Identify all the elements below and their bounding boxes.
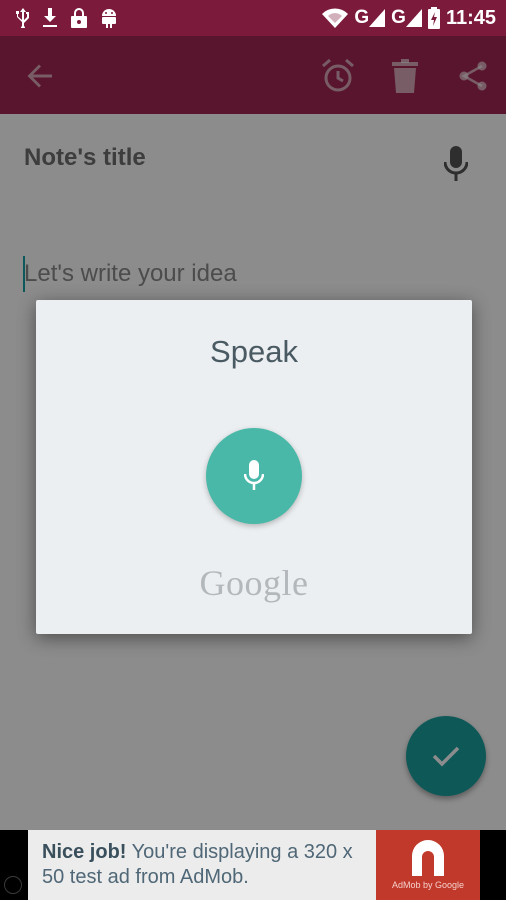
usb-icon	[16, 8, 30, 28]
ad-content[interactable]: Nice job! You're displaying a 320 x 50 t…	[28, 830, 480, 900]
ad-text: Nice job! You're displaying a 320 x 50 t…	[42, 840, 372, 890]
battery-charging-icon	[427, 7, 440, 29]
wifi-icon	[322, 8, 349, 28]
admob-icon	[412, 840, 444, 876]
dialog-title: Speak	[210, 334, 298, 369]
android-debug-icon	[100, 8, 118, 28]
ad-info-icon[interactable]	[4, 876, 22, 894]
google-logo: Google	[199, 563, 309, 603]
signal-icon	[405, 9, 422, 27]
signal-icon	[369, 9, 386, 27]
ad-headline: Nice job!	[42, 841, 127, 863]
lock-icon	[70, 8, 88, 28]
network-type-2: G	[391, 7, 422, 29]
admob-caption: AdMob by Google	[391, 880, 465, 890]
status-bar: G G 11:45	[0, 0, 506, 36]
ad-banner[interactable]: Nice job! You're displaying a 320 x 50 t…	[0, 830, 506, 900]
download-icon	[42, 8, 58, 28]
network-type-1: G	[354, 7, 386, 29]
voice-input-dialog: Speak Google	[36, 300, 472, 634]
admob-logo: AdMob by Google	[376, 830, 480, 900]
microphone-icon	[244, 460, 264, 490]
clock: 11:45	[445, 6, 496, 29]
voice-mic-button[interactable]	[206, 428, 302, 524]
